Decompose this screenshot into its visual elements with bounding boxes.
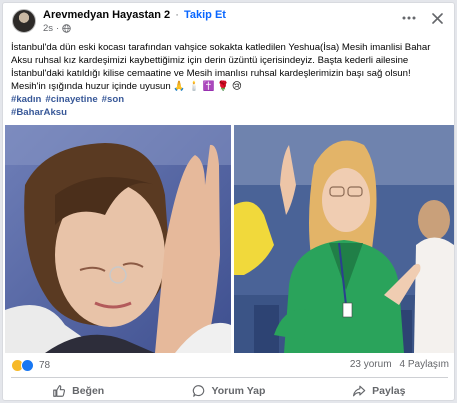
comment-label: Yorum Yap [211, 385, 266, 397]
post-header: Arevmedyan Hayastan 2 · Takip Et 2s · [3, 3, 454, 37]
reaction-icons [11, 359, 34, 372]
hashtag-link[interactable]: #son [102, 94, 124, 105]
globe-icon [62, 24, 71, 33]
close-icon[interactable] [430, 11, 444, 25]
post-text-last: Mesih'in ışığında huzur içinde uyusun [11, 81, 171, 92]
like-label: Beğen [72, 385, 105, 397]
hashtag-link[interactable]: #kadın [11, 94, 41, 105]
engagement-counts: 23 yorum 4 Paylaşım [350, 359, 449, 370]
like-reaction-icon [21, 359, 34, 372]
reaction-count: 78 [39, 360, 51, 371]
author-name[interactable]: Arevmedyan Hayastan 2 [43, 9, 170, 21]
post-card: Arevmedyan Hayastan 2 · Takip Et 2s · İs… [2, 2, 455, 401]
follow-button[interactable]: Takip Et [184, 9, 226, 21]
more-horizontal-icon[interactable] [402, 11, 416, 25]
hashtag-link[interactable]: #cinayetine [45, 94, 97, 105]
separator-dot: · [175, 9, 179, 21]
share-label: Paylaş [372, 385, 406, 397]
post-text-line: Mesih'in ışığında huzur içinde uyusun 🙏 … [11, 80, 449, 93]
share-button[interactable]: Paylaş [304, 381, 454, 400]
hashtag-link[interactable]: #BaharAksu [11, 107, 67, 118]
header-actions [402, 11, 444, 25]
photo-grid [5, 125, 454, 353]
post-meta: 2s · [43, 23, 71, 34]
share-arrow-icon [353, 385, 366, 397]
separator-dot: · [56, 23, 60, 34]
post-photo-2[interactable] [234, 125, 454, 353]
post-stats: 78 23 yorum 4 Paylaşım [11, 359, 449, 375]
comment-count[interactable]: 23 yorum [350, 359, 392, 370]
comment-button[interactable]: Yorum Yap [153, 381, 303, 400]
action-bar: Beğen Yorum Yap Paylaş [3, 381, 454, 400]
reaction-summary[interactable]: 78 [11, 359, 50, 372]
author-avatar[interactable] [12, 9, 36, 33]
thumbs-up-icon [53, 385, 66, 397]
divider [11, 377, 448, 378]
comment-bubble-icon [192, 385, 204, 397]
share-count[interactable]: 4 Paylaşım [400, 359, 449, 370]
like-button[interactable]: Beğen [3, 381, 153, 400]
emoji-sequence: 🙏 🕯️ ✝️ 🌹 😢 [173, 81, 242, 92]
post-timestamp[interactable]: 2s [43, 23, 53, 34]
post-text-line: İstanbul'da dün eski kocası tarafından v… [11, 42, 431, 53]
post-photo-1[interactable] [5, 125, 231, 353]
author-line: Arevmedyan Hayastan 2 · Takip Et [43, 9, 226, 21]
post-text-line: İstanbul'daki katıldığı kilise cemaatine… [11, 68, 411, 79]
hashtag-row: #kadın #cinayetine #son [11, 93, 449, 106]
post-body: İstanbul'da dün eski kocası tarafından v… [11, 41, 449, 119]
post-text-line: Aksu ruhsal kız kardeşimizi kaybettiğimi… [11, 55, 409, 66]
